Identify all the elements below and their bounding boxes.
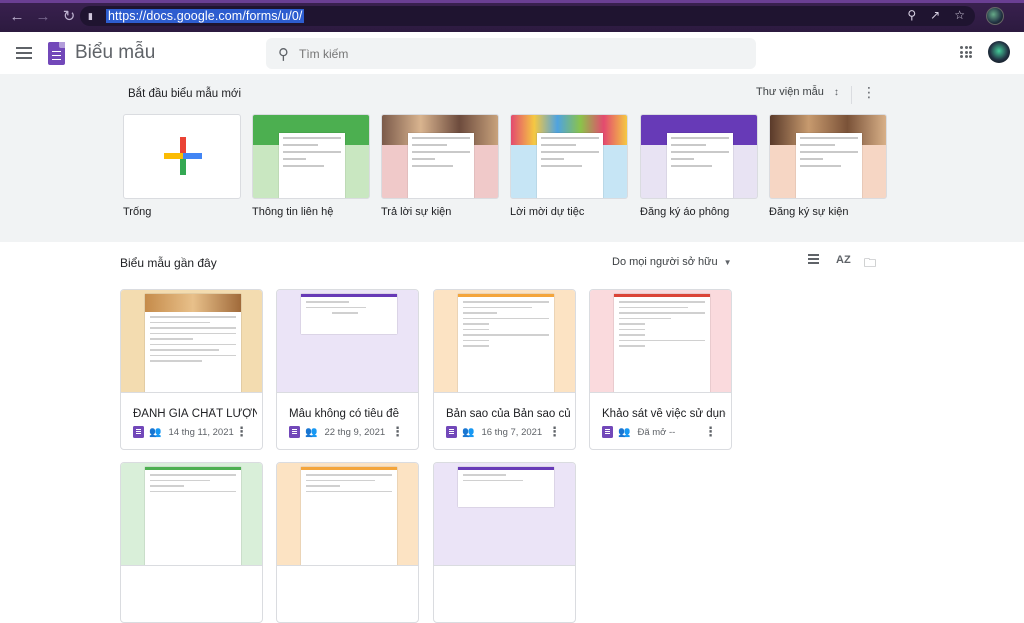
template-label[interactable]: Trống xyxy=(123,206,241,218)
form-date: 14 thg 11, 2021 xyxy=(168,426,234,438)
forms-file-icon xyxy=(133,426,144,438)
main-menu-icon[interactable] xyxy=(16,47,32,59)
app-title[interactable]: Biểu mẫu xyxy=(75,42,155,64)
form-title[interactable]: Khảo sát về việc sử dụng ... xyxy=(602,408,726,420)
form-title[interactable]: Bản sao của Bản sao của ... xyxy=(446,408,570,420)
template-library-label: Thư viện mẫu xyxy=(756,86,824,98)
address-bar[interactable]: ▮ https://docs.google.com/forms/u/0/ ⚲ ↗… xyxy=(80,6,975,26)
app-header: Biểu mẫu ⚲ xyxy=(0,32,1024,74)
template-label[interactable]: Lời mời dự tiệc xyxy=(510,206,628,218)
recent-form-card[interactable]: ĐÁNH GIÁ CHẤT LƯỢNG ... 👥 14 thg 11, 202… xyxy=(120,289,263,450)
form-thumbnail[interactable] xyxy=(121,290,262,393)
shared-people-icon: 👥 xyxy=(305,426,318,438)
template-event-registration[interactable]: Đăng ký sự kiện xyxy=(769,114,887,218)
recent-forms-header: Biểu mẫu gần đây Do mọi người sở hữu ▼ AZ… xyxy=(0,244,1024,280)
form-date: 16 thg 7, 2021 xyxy=(481,426,543,438)
form-thumbnail[interactable] xyxy=(434,463,575,566)
form-date: Đã mở -- xyxy=(637,426,676,438)
form-title[interactable]: ĐÁNH GIÁ CHẤT LƯỢNG ... xyxy=(133,408,257,420)
lock-icon: ▮ xyxy=(88,11,93,21)
browser-profile-avatar[interactable] xyxy=(986,7,1004,25)
more-vert-icon[interactable]: ⋮ xyxy=(704,424,717,440)
template-thumbnail[interactable] xyxy=(769,114,887,199)
plus-icon xyxy=(164,137,202,175)
more-vert-icon[interactable]: ⋮ xyxy=(862,84,876,101)
sort-az-icon[interactable]: AZ xyxy=(836,254,851,266)
account-avatar[interactable] xyxy=(988,41,1010,63)
shared-people-icon: 👥 xyxy=(462,426,475,438)
template-contact-info[interactable]: Thông tin liên hệ xyxy=(252,114,370,218)
template-tshirt-signup[interactable]: Đăng ký áo phông xyxy=(640,114,758,218)
browser-toolbar: ← → ↻ ▮ https://docs.google.com/forms/u/… xyxy=(0,0,1024,32)
address-url[interactable]: https://docs.google.com/forms/u/0/ xyxy=(106,9,305,23)
folder-icon[interactable]: 🗀 xyxy=(864,254,876,275)
recent-form-card[interactable] xyxy=(433,462,576,623)
form-thumbnail[interactable] xyxy=(277,290,418,393)
template-thumbnail[interactable] xyxy=(381,114,499,199)
template-thumbnail[interactable] xyxy=(123,114,241,199)
template-gallery: Bắt đầu biểu mẫu mới Thư viện mẫu ↕ ⋮ Tr… xyxy=(0,74,1024,242)
recent-form-card[interactable] xyxy=(276,462,419,623)
forms-file-icon xyxy=(446,426,457,438)
tab-strip-accent xyxy=(0,0,1024,3)
template-party-invite[interactable]: Lời mời dự tiệc xyxy=(510,114,628,218)
share-icon[interactable]: ↗ xyxy=(930,8,940,22)
recent-form-card[interactable]: Mẫu không có tiêu đề 👥 22 thg 9, 2021 ⋮ xyxy=(276,289,419,450)
reload-icon[interactable]: ↻ xyxy=(58,5,80,27)
zoom-icon[interactable]: ⚲ xyxy=(907,8,916,22)
form-thumbnail[interactable] xyxy=(434,290,575,393)
more-vert-icon[interactable]: ⋮ xyxy=(391,424,404,440)
unfold-icon: ↕ xyxy=(833,86,839,98)
form-date: 22 thg 9, 2021 xyxy=(324,426,386,438)
template-label[interactable]: Thông tin liên hệ xyxy=(252,206,370,218)
owner-filter-dropdown[interactable]: Do mọi người sở hữu ▼ xyxy=(612,256,732,268)
template-label[interactable]: Đăng ký áo phông xyxy=(640,206,758,218)
form-thumbnail[interactable] xyxy=(121,463,262,566)
back-arrow-icon[interactable]: ← xyxy=(6,5,28,27)
list-view-icon[interactable] xyxy=(808,254,819,266)
shared-people-icon: 👥 xyxy=(618,426,631,438)
star-icon[interactable]: ☆ xyxy=(954,8,965,22)
gallery-title: Bắt đầu biểu mẫu mới xyxy=(128,88,242,100)
recent-forms-title: Biểu mẫu gần đây xyxy=(120,256,217,270)
more-vert-icon[interactable]: ⋮ xyxy=(548,424,561,440)
dropdown-arrow-icon: ▼ xyxy=(723,258,732,267)
template-label[interactable]: Đăng ký sự kiện xyxy=(769,206,887,218)
recent-form-card[interactable]: Khảo sát về việc sử dụng ... 👥 Đã mở -- … xyxy=(589,289,732,450)
template-library-button[interactable]: Thư viện mẫu ↕ xyxy=(756,86,839,98)
template-label[interactable]: Trả lời sự kiện xyxy=(381,206,499,218)
search-icon[interactable]: ⚲ xyxy=(278,45,289,63)
divider xyxy=(851,86,852,104)
forward-arrow-icon[interactable]: → xyxy=(32,5,54,27)
form-thumbnail[interactable] xyxy=(277,463,418,566)
search-box[interactable]: ⚲ xyxy=(266,38,756,69)
forms-file-icon xyxy=(602,426,613,438)
recent-form-card[interactable]: Bản sao của Bản sao của ... 👥 16 thg 7, … xyxy=(433,289,576,450)
forms-logo-icon[interactable] xyxy=(48,41,65,65)
form-thumbnail[interactable] xyxy=(590,290,731,393)
template-thumbnail[interactable] xyxy=(510,114,628,199)
shared-people-icon: 👥 xyxy=(149,426,162,438)
recent-form-card[interactable] xyxy=(120,462,263,623)
search-input[interactable] xyxy=(299,46,699,61)
forms-file-icon xyxy=(289,426,300,438)
template-thumbnail[interactable] xyxy=(640,114,758,199)
template-event-rsvp[interactable]: Trả lời sự kiện xyxy=(381,114,499,218)
owner-filter-label: Do mọi người sở hữu xyxy=(612,256,718,268)
template-thumbnail[interactable] xyxy=(252,114,370,199)
more-vert-icon[interactable]: ⋮ xyxy=(235,424,248,440)
google-apps-icon[interactable] xyxy=(960,46,972,58)
template-blank[interactable]: Trống xyxy=(123,114,241,218)
form-title[interactable]: Mẫu không có tiêu đề xyxy=(289,408,413,420)
